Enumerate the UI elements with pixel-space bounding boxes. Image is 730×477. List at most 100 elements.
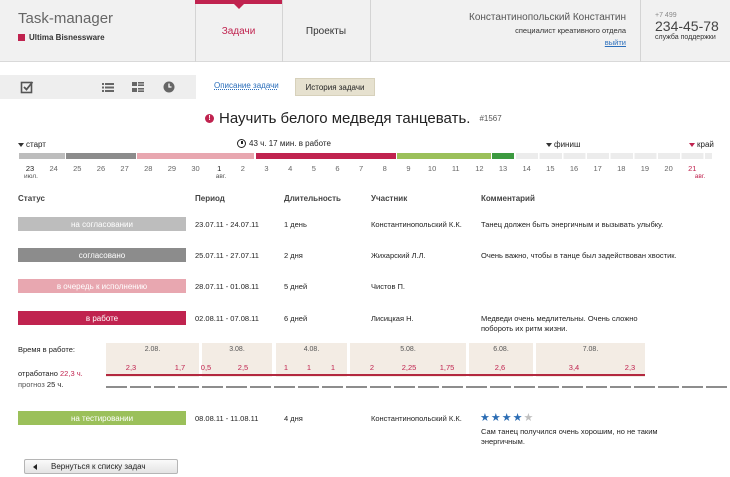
month-august-end: авг.	[694, 173, 706, 180]
edge-marker: край	[689, 140, 714, 149]
forecast-segment	[682, 386, 703, 388]
forecast-segment	[418, 386, 439, 388]
forecast-segment	[370, 386, 391, 388]
logout-link[interactable]: выйти	[469, 38, 626, 47]
work-hours-value: 2,25	[401, 363, 417, 372]
comment-cell: Очень важно, чтобы в танце был задейство…	[481, 251, 677, 260]
timeline-day: 10	[427, 164, 437, 173]
star-empty-icon[interactable]: ★	[524, 412, 534, 423]
status-badge: согласовано	[18, 248, 186, 262]
forecast-summary: прогноз 25 ч.	[18, 380, 63, 389]
checkbox-icon[interactable]	[20, 80, 34, 94]
star-icon[interactable]: ★	[480, 412, 490, 423]
forecast-segment	[346, 386, 367, 388]
work-hours-value: 2	[369, 363, 375, 372]
forecast-segment	[202, 386, 223, 388]
timeline-day: 29	[167, 164, 177, 173]
status-badge: в очередь к исполнению	[18, 279, 186, 293]
app-title: Task-manager	[18, 10, 114, 27]
timeline-day: 24	[49, 164, 58, 173]
star-icon[interactable]: ★	[491, 412, 501, 423]
timeline-day: 8	[382, 164, 387, 173]
timeline-day: 27	[120, 164, 129, 173]
forecast-segment	[442, 386, 463, 388]
forecast-segment	[178, 386, 199, 388]
company-name: Ultima Bisnessware	[18, 33, 113, 42]
timeline-day: 15	[546, 164, 555, 173]
star-icon[interactable]: ★	[513, 412, 523, 423]
status-badge: на согласовании	[18, 217, 186, 231]
back-to-list-button[interactable]: Вернуться к списку задач	[24, 459, 178, 474]
timeline-day: 1	[217, 164, 222, 173]
timeline-day: 20	[664, 164, 673, 173]
task-title-text: Научить белого медведя танцевать.	[219, 110, 471, 127]
tab-tasks[interactable]: Задачи	[195, 0, 282, 62]
forecast-segment	[706, 386, 727, 388]
duration-cell: 5 дней	[284, 282, 308, 291]
brand[interactable]: Task-manager Ultima Bisnessware	[18, 10, 113, 42]
work-time-label: Время в работе:	[18, 345, 75, 354]
timeline-day: 12	[475, 164, 484, 173]
arrow-left-icon	[33, 463, 37, 470]
finish-marker-icon	[546, 142, 552, 147]
timeline-day: 4	[288, 164, 293, 173]
support-phone: 234-45-78	[655, 18, 719, 34]
tab-description[interactable]: Описание задачи	[214, 81, 279, 90]
forecast-segment	[634, 386, 655, 388]
forecast-segment	[538, 386, 559, 388]
duration-cell: 1 день	[284, 220, 307, 229]
participant-cell: Константинопольский К.К.	[371, 414, 462, 423]
work-hours-value: 0,5	[200, 363, 212, 372]
star-icon[interactable]: ★	[502, 412, 512, 423]
forecast-segment	[130, 386, 151, 388]
worked-value: 22,3 ч.	[60, 369, 83, 378]
comment-cell: Сам танец получился очень хорошим, но не…	[481, 427, 658, 446]
forecast-segment	[106, 386, 127, 388]
work-day-label: 7.08.	[582, 346, 599, 353]
forecast-label: прогноз	[18, 380, 45, 389]
edge-marker-icon	[689, 142, 695, 147]
back-button-label: Вернуться к списку задач	[51, 462, 146, 471]
work-day-label: 3.08.	[229, 346, 245, 353]
timeline-segment	[397, 153, 491, 159]
timeline-day: 21	[688, 164, 697, 173]
timeline-day: 3	[264, 164, 269, 173]
forecast-segment	[154, 386, 175, 388]
timeline-day: 9	[406, 164, 411, 173]
forecast-segment	[658, 386, 679, 388]
work-day-label: 4.08.	[303, 346, 320, 353]
work-hours-value: 2,5	[237, 363, 249, 372]
grid-list-icon[interactable]	[131, 80, 145, 94]
period-cell: 23.07.11 - 24.07.11	[195, 220, 259, 229]
duration-cell: 6 дней	[284, 314, 308, 323]
finish-label: финиш	[554, 140, 581, 149]
list-icon[interactable]	[101, 80, 115, 94]
forecast-segment	[298, 386, 319, 388]
timeline-day: 28	[144, 164, 153, 173]
worked-label: отработано	[18, 369, 58, 378]
forecast-segment	[466, 386, 487, 388]
timeline-day: 6	[335, 164, 340, 173]
timeline-day: 11	[451, 164, 460, 173]
forecast-segment	[490, 386, 511, 388]
work-day-label: 2.08.	[144, 346, 161, 353]
rating-stars[interactable]: ★ ★ ★ ★ ★	[480, 412, 533, 423]
support-label: служба поддержки	[655, 34, 716, 41]
timeline-day: 7	[359, 164, 364, 173]
forecast-segment	[274, 386, 295, 388]
forecast-segment	[322, 386, 343, 388]
participant-cell: Жихарский Л.Л.	[371, 251, 426, 260]
forecast-value: 25 ч.	[46, 380, 64, 389]
task-number: #1567	[479, 114, 502, 123]
timeline-day: 2	[240, 164, 245, 173]
forecast-segment	[586, 386, 607, 388]
timeline-segment	[19, 153, 65, 159]
clock-icon[interactable]	[162, 80, 176, 94]
tab-projects[interactable]: Проекты	[282, 0, 370, 62]
tab-tasks-label: Задачи	[221, 25, 256, 37]
header-duration: Длительность	[284, 194, 341, 203]
alert-icon: !	[205, 114, 214, 123]
timeline-day: 18	[617, 164, 626, 173]
clock-small-icon	[237, 139, 246, 148]
tab-history[interactable]: История задачи	[295, 78, 375, 96]
